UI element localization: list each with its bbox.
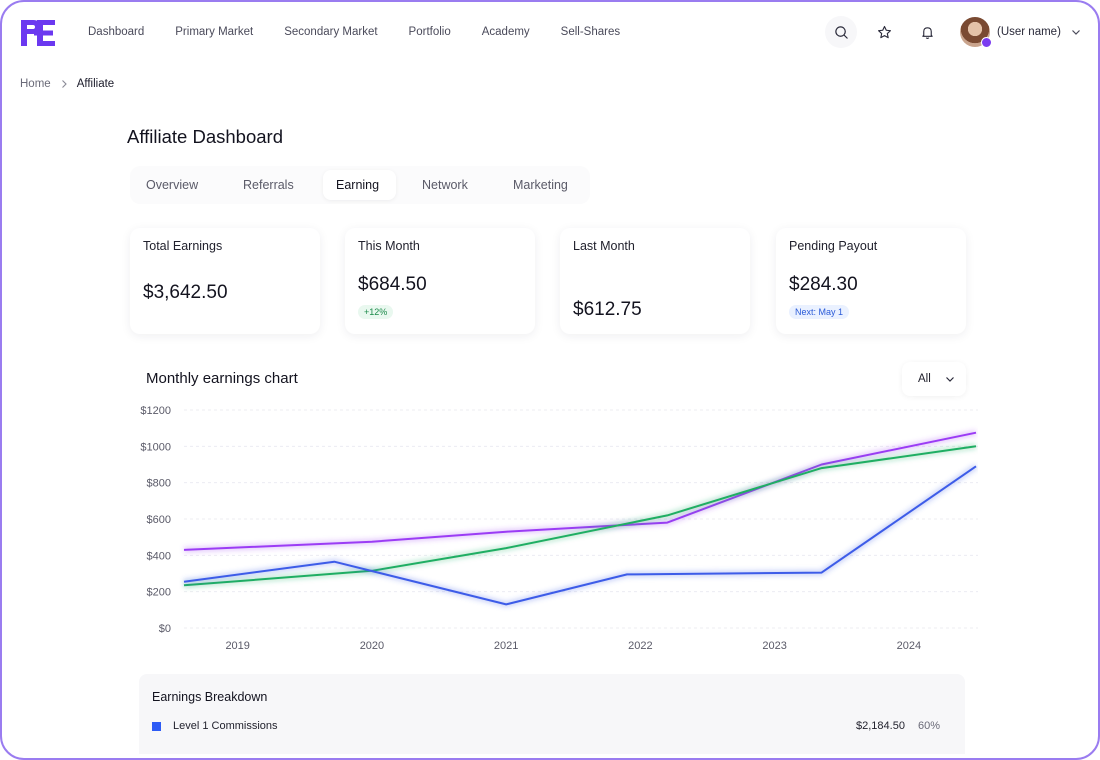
user-name: (User name)	[997, 26, 1061, 38]
avatar	[960, 17, 992, 48]
search-button[interactable]	[825, 16, 857, 48]
stat-card-last-month: Last Month $612.75	[560, 228, 750, 334]
stat-value: $3,642.50	[143, 282, 228, 303]
tab-referrals[interactable]: Referrals	[243, 178, 294, 192]
change-badge: +12%	[358, 305, 394, 319]
stat-value: $612.75	[573, 299, 642, 320]
stat-label: Pending Payout	[789, 239, 878, 253]
breadcrumb-current: Affiliate	[76, 78, 115, 90]
nav-item-primary-market[interactable]: Primary Market	[175, 26, 253, 38]
y-tick-label: $0	[159, 623, 171, 635]
breakdown-title: Earnings Breakdown	[152, 690, 268, 704]
stat-card-total-earnings: Total Earnings $3,642.50	[130, 228, 320, 334]
stat-card-this-month: This Month $684.50 +12%	[345, 228, 535, 334]
payout-date-badge: Next: May 1	[789, 305, 850, 319]
verified-badge-icon	[981, 37, 992, 48]
breadcrumb: Home Affiliate	[20, 78, 114, 90]
search-icon	[834, 25, 848, 39]
bell-icon	[921, 26, 933, 39]
stat-label: Total Earnings	[143, 239, 223, 253]
chevron-down-icon	[1071, 30, 1080, 35]
breakdown-label: Level 1 Commissions	[173, 720, 278, 732]
x-tick-label: 2021	[494, 640, 518, 652]
stat-label: This Month	[358, 239, 420, 253]
chevron-right-icon	[60, 79, 68, 89]
nav-item-dashboard[interactable]: Dashboard	[88, 26, 144, 38]
y-tick-label: $1000	[140, 441, 171, 453]
main-nav: Dashboard Primary Market Secondary Marke…	[88, 26, 651, 38]
x-tick-label: 2024	[897, 640, 921, 652]
app-window: Dashboard Primary Market Secondary Marke…	[0, 0, 1100, 760]
tab-network[interactable]: Network	[422, 178, 468, 192]
nav-item-academy[interactable]: Academy	[482, 26, 530, 38]
x-tick-label: 2022	[628, 640, 652, 652]
earnings-line-chart: $0 $200 $400 $600 $800 $1000 $1200 2019 2020 2021…	[140, 405, 978, 652]
earnings-chart-panel: Monthly earnings chart All $0 $200 $400 $60…	[130, 352, 978, 672]
stat-value: $684.50	[358, 274, 427, 295]
y-tick-label: $1200	[140, 405, 171, 417]
y-tick-label: $600	[147, 514, 171, 526]
y-tick-label: $800	[147, 478, 171, 490]
x-tick-label: 2019	[225, 640, 249, 652]
breakdown-percent: 60%	[918, 720, 941, 732]
stat-card-pending-payout: Pending Payout $284.30 Next: May 1	[776, 228, 966, 334]
stat-value: $284.30	[789, 274, 858, 295]
x-tick-label: 2020	[360, 640, 384, 652]
page-title: Affiliate Dashboard	[127, 126, 283, 147]
tab-overview[interactable]: Overview	[146, 178, 198, 192]
breadcrumb-home[interactable]: Home	[20, 78, 51, 90]
y-tick-label: $400	[147, 550, 171, 562]
tab-marketing[interactable]: Marketing	[513, 178, 568, 192]
x-tick-label: 2023	[762, 640, 786, 652]
star-icon	[877, 25, 891, 38]
nav-item-sell-shares[interactable]: Sell-Shares	[561, 26, 620, 38]
y-tick-label: $200	[147, 587, 171, 599]
favorites-button[interactable]	[868, 16, 900, 48]
stat-label: Last Month	[573, 239, 635, 253]
nav-item-portfolio[interactable]: Portfolio	[409, 26, 451, 38]
notifications-button[interactable]	[911, 16, 943, 48]
nav-item-secondary-market[interactable]: Secondary Market	[284, 26, 377, 38]
user-menu[interactable]: (User name)	[960, 17, 1081, 48]
brand-logo[interactable]	[19, 18, 57, 48]
legend-swatch	[152, 722, 161, 731]
top-navigation-bar: Dashboard Primary Market Secondary Marke…	[2, 2, 1098, 64]
tab-earning[interactable]: Earning	[336, 178, 379, 192]
breakdown-amount: $2,184.50	[856, 720, 905, 732]
earnings-breakdown: Earnings Breakdown Level 1 Commissions $…	[139, 674, 965, 754]
tab-bar: Overview Referrals Earning Network Marke…	[130, 166, 590, 204]
